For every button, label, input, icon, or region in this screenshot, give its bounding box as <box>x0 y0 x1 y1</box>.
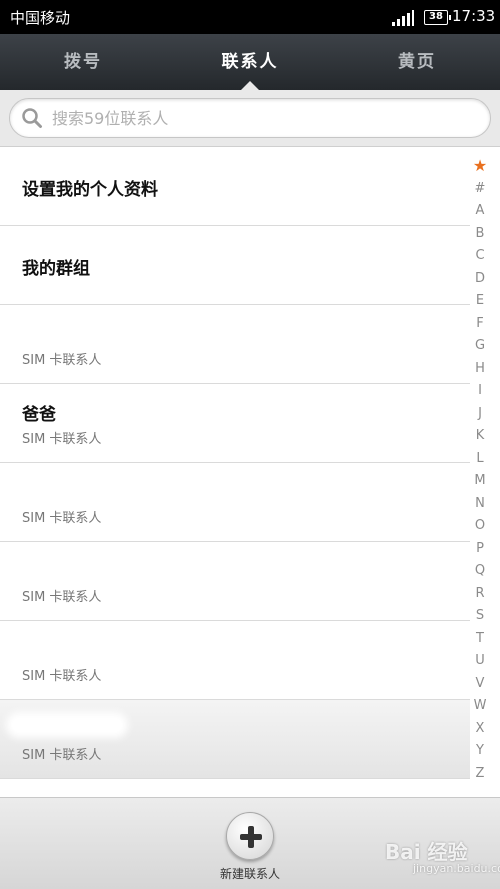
index-letter[interactable]: T <box>470 628 490 651</box>
list-item-contact[interactable]: SIM 卡联系人 <box>0 700 470 779</box>
index-letter[interactable]: Q <box>470 560 490 583</box>
index-letter[interactable]: W <box>470 695 490 718</box>
alphabet-index[interactable]: ★ # A B C D E F G H I J K L M N O P Q R S T U V W X Y Z <box>470 155 490 785</box>
contact-name: 爸爸 <box>22 405 56 425</box>
index-letter[interactable]: H <box>470 358 490 381</box>
index-letter[interactable]: U <box>470 650 490 673</box>
index-letter[interactable]: X <box>470 718 490 741</box>
carrier-label: 中国移动 <box>10 9 71 27</box>
index-letter[interactable]: A <box>470 200 490 223</box>
contact-name: 我的群组 <box>22 259 90 279</box>
index-letter[interactable]: B <box>470 223 490 246</box>
list-item-my-groups[interactable]: 我的群组 <box>0 226 470 305</box>
list-item-my-profile[interactable]: 设置我的个人资料 <box>0 147 470 226</box>
index-letter[interactable]: F <box>470 313 490 336</box>
contact-name: 设置我的个人资料 <box>22 180 158 200</box>
list-item-contact[interactable]: SIM 卡联系人 <box>0 542 470 621</box>
contact-list[interactable]: 设置我的个人资料 我的群组 SIM 卡联系人 爸爸 SIM 卡联系人 SIM 卡… <box>0 147 500 797</box>
list-item-contact[interactable]: SIM 卡联系人 <box>0 463 470 542</box>
contact-source: SIM 卡联系人 <box>22 511 102 526</box>
plus-icon <box>240 826 262 848</box>
index-letter[interactable]: D <box>470 268 490 291</box>
tab-bar: 拨号 联系人 黄页 <box>0 34 500 90</box>
list-item-contact[interactable]: SIM 卡联系人 <box>0 621 470 700</box>
search-icon <box>22 108 42 128</box>
index-letter[interactable]: E <box>470 290 490 313</box>
battery-icon: 38 <box>424 10 451 25</box>
index-letter[interactable]: V <box>470 673 490 696</box>
index-letter[interactable]: C <box>470 245 490 268</box>
index-letter[interactable]: L <box>470 448 490 471</box>
active-tab-indicator <box>241 81 259 90</box>
index-letter[interactable]: J <box>470 403 490 426</box>
contact-source: SIM 卡联系人 <box>22 432 102 447</box>
contact-source: SIM 卡联系人 <box>22 353 102 368</box>
add-contact-label: 新建联系人 <box>219 867 280 881</box>
status-bar: 中国移动 38 17:33 <box>0 0 500 34</box>
clock: 17:33 <box>452 7 496 25</box>
index-letter[interactable]: M <box>470 470 490 493</box>
index-letter[interactable]: G <box>470 335 490 358</box>
tab-yellow-pages[interactable]: 黄页 <box>334 34 500 90</box>
index-letter[interactable]: I <box>470 380 490 403</box>
index-letter[interactable]: K <box>470 425 490 448</box>
list-item-contact[interactable]: SIM 卡联系人 <box>0 305 470 384</box>
index-letter[interactable]: S <box>470 605 490 628</box>
list-item-contact[interactable]: 爸爸 SIM 卡联系人 <box>0 384 470 463</box>
index-star[interactable]: ★ <box>470 155 490 178</box>
tab-dialer[interactable]: 拨号 <box>0 34 166 90</box>
index-letter[interactable]: Y <box>470 740 490 763</box>
signal-icon <box>392 10 414 26</box>
add-contact-button[interactable] <box>226 812 274 860</box>
contact-source: SIM 卡联系人 <box>22 748 102 763</box>
search-bar <box>0 90 500 147</box>
index-letter[interactable]: # <box>470 178 490 201</box>
search-input[interactable] <box>52 105 472 131</box>
watermark-brand: Bai 经验 <box>385 840 468 864</box>
redacted-name <box>12 718 122 732</box>
baidu-watermark: Bai 经验 jingyan.baidu.com <box>385 836 500 880</box>
index-letter[interactable]: N <box>470 493 490 516</box>
search-box[interactable] <box>9 98 491 138</box>
index-letter[interactable]: R <box>470 583 490 606</box>
contact-source: SIM 卡联系人 <box>22 590 102 605</box>
contact-source: SIM 卡联系人 <box>22 669 102 684</box>
index-letter[interactable]: O <box>470 515 490 538</box>
index-letter[interactable]: P <box>470 538 490 561</box>
index-letter[interactable]: Z <box>470 763 490 786</box>
watermark-url: jingyan.baidu.com <box>413 862 500 875</box>
